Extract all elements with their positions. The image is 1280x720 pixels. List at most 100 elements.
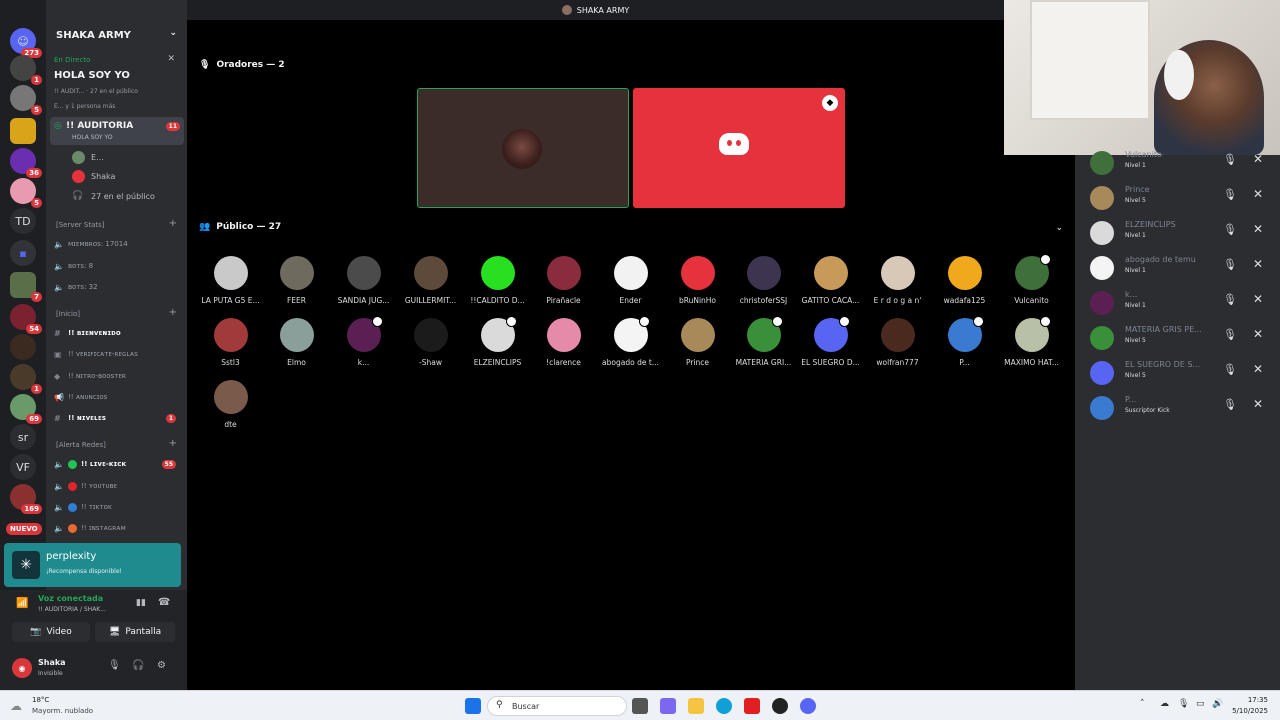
server-header[interactable]: SHAKA ARMY ⌄	[46, 22, 187, 48]
audience-member[interactable]: SANDIA JUG...	[330, 256, 397, 305]
microphone-icon[interactable]: 🎙	[1178, 699, 1189, 709]
channel-youtube[interactable]: 🔈 !! ʏᴏᴜᴛᴜʙᴇ	[54, 477, 180, 495]
audience-member[interactable]: P...	[931, 316, 998, 367]
dismiss-icon[interactable]: ✕	[1253, 362, 1263, 376]
participant-row[interactable]: MATERIA GRIS PE... Nivel 5 🎙 ✕	[1075, 323, 1280, 353]
gear-icon[interactable]: ⚙	[157, 660, 166, 671]
channel-tiktok[interactable]: 🔈 !! ᴛɪᴋᴛᴏᴋ	[54, 498, 180, 516]
participant-row[interactable]: P... Suscriptor Kick 🎙 ✕	[1075, 393, 1280, 423]
folder-icon[interactable]: ▪	[10, 240, 36, 266]
dismiss-icon[interactable]: ✕	[1253, 257, 1263, 271]
server-icon[interactable]: 1	[10, 55, 42, 85]
file-explorer-icon[interactable]	[688, 698, 704, 714]
chevron-down-icon[interactable]: ⌄	[1055, 223, 1063, 233]
dismiss-icon[interactable]: ✕	[1253, 152, 1263, 166]
server-icon[interactable]: 69	[10, 394, 42, 424]
invite-to-speak-icon[interactable]: 🎙	[1223, 363, 1237, 376]
audience-member[interactable]: !!CALDITO D...	[464, 256, 531, 305]
task-view-icon[interactable]	[632, 698, 648, 714]
audience-member[interactable]: bRuNinHo	[664, 256, 731, 305]
server-icon[interactable]: 54	[10, 304, 42, 334]
channel-instagram[interactable]: 🔈 !! ɪɴsᴛᴀɢʀᴀᴍ	[54, 519, 180, 537]
weather-temp[interactable]: 18°C	[32, 696, 49, 704]
channel-verificate[interactable]: ▣ !! ᴠᴇʀɪꜰɪᴄᴀᴛᴇ-ʀᴇɢʟᴀs	[54, 345, 180, 363]
invite-to-speak-icon[interactable]: 🎙	[1223, 293, 1237, 306]
perplexity-promo[interactable]: ✳ perplexity ¡Recompensa disponible!	[4, 543, 181, 587]
server-icon[interactable]: 5	[10, 85, 42, 115]
category-server-stats[interactable]: [Server Stats]	[56, 221, 105, 229]
audience-member[interactable]: Prince	[664, 318, 731, 367]
server-icon-td[interactable]: TD	[10, 208, 36, 234]
participant-row[interactable]: abogado de temu Nivel 1 🎙 ✕	[1075, 253, 1280, 283]
audience-member[interactable]: Elmo	[263, 318, 330, 367]
participant-row[interactable]: Prince Nivel 5 🎙 ✕	[1075, 183, 1280, 213]
microphone-icon[interactable]: 🎙	[108, 660, 121, 671]
audience-member[interactable]: GUILLERMIT...	[397, 256, 464, 305]
server-icon[interactable]: 7	[10, 272, 42, 302]
add-channel-icon[interactable]: +	[169, 438, 177, 449]
stage-channel[interactable]: ◎ !! AUDITORIA HOLA SOY YO 11	[50, 117, 184, 145]
home-button[interactable]: ☺ 273	[10, 28, 42, 58]
app-icon[interactable]	[772, 698, 788, 714]
add-channel-icon[interactable]: +	[169, 218, 177, 229]
voice-connected-channel[interactable]: !! AUDITORIA / SHAK...	[38, 606, 106, 613]
user-name[interactable]: Shaka	[38, 658, 66, 667]
invite-to-speak-icon[interactable]: 🎙	[1223, 398, 1237, 411]
voice-connected-title[interactable]: Voz conectada	[38, 594, 103, 603]
headphones-icon[interactable]: 🎧	[132, 660, 144, 671]
wps-icon[interactable]	[744, 698, 760, 714]
audience-member[interactable]: MAXIMO HAT...	[998, 316, 1065, 367]
volume-icon[interactable]: 🔊	[1212, 699, 1223, 709]
audience-member[interactable]: ELZEINCLIPS	[464, 316, 531, 367]
windows-start-icon[interactable]	[465, 698, 481, 714]
user-avatar[interactable]: ◉	[12, 658, 32, 678]
audience-member[interactable]: MATERIA GRI...	[730, 316, 797, 367]
audience-member[interactable]: k...	[330, 316, 397, 367]
audience-member[interactable]: Sstl3	[197, 318, 264, 367]
cloud-icon[interactable]: ☁	[10, 699, 22, 713]
category-alerta-redes[interactable]: [Alerta Redes]	[56, 441, 106, 449]
audience-member[interactable]: LA PUTA G5 E...	[197, 256, 264, 305]
dismiss-icon[interactable]: ✕	[1253, 187, 1263, 201]
server-icon[interactable]: 5	[10, 178, 42, 208]
speaker-tile[interactable]	[417, 88, 629, 208]
dismiss-icon[interactable]: ✕	[1253, 292, 1263, 306]
channel-anuncios[interactable]: 📢 !! ᴀɴᴜɴᴄɪᴏs	[54, 388, 180, 406]
participant-row[interactable]: k... Nivel 1 🎙 ✕	[1075, 288, 1280, 318]
stage-member[interactable]: E...	[72, 148, 104, 166]
dismiss-icon[interactable]: ✕	[1253, 327, 1263, 341]
audience-member[interactable]: christoferSSJ	[730, 256, 797, 305]
close-icon[interactable]: ✕	[167, 54, 175, 64]
participant-row[interactable]: EL SUEGRO DE S... Nivel 5 🎙 ✕	[1075, 358, 1280, 388]
audience-member[interactable]: -Shaw	[397, 318, 464, 367]
copilot-icon[interactable]	[660, 698, 676, 714]
audience-member[interactable]: FEER	[263, 256, 330, 305]
audience-member[interactable]: dte	[197, 380, 264, 429]
stat-channel[interactable]: 🔈 ᴍɪᴇᴍʙʀᴏs: 17014	[54, 235, 180, 253]
invite-to-speak-icon[interactable]: 🎙	[1223, 188, 1237, 201]
audience-member[interactable]: EL SUEGRO D...	[797, 316, 864, 367]
clock[interactable]: 17:35 5/10/2025	[1232, 695, 1268, 717]
onedrive-icon[interactable]: ☁	[1160, 699, 1169, 709]
server-icon[interactable]	[10, 334, 36, 360]
dismiss-icon[interactable]: ✕	[1253, 222, 1263, 236]
weather-desc[interactable]: Mayorm. nublado	[32, 707, 93, 715]
chevron-up-icon[interactable]: ˄	[1140, 699, 1145, 709]
dismiss-icon[interactable]: ✕	[1253, 397, 1263, 411]
audience-member[interactable]: Vulcanito	[998, 254, 1065, 305]
video-button[interactable]: 📷 Video	[12, 622, 90, 642]
audience-member[interactable]: wolfran777	[864, 318, 931, 367]
add-channel-icon[interactable]: +	[169, 307, 177, 318]
stage-audience-count[interactable]: 🎧 27 en el público	[72, 187, 155, 205]
server-icon[interactable]	[10, 118, 36, 144]
audience-member[interactable]: Ender	[597, 256, 664, 305]
channel-nitro[interactable]: ◆ !! ɴɪᴛʀᴏ-ʙᴏᴏsᴛᴇʀ	[54, 367, 180, 385]
category-inicio[interactable]: [Inicio]	[56, 310, 80, 318]
invite-to-speak-icon[interactable]: 🎙	[1223, 153, 1237, 166]
channel-bienvenido[interactable]: # !! ʙɪᴇɴᴠᴇɴɪᴅᴏ	[54, 324, 180, 342]
participant-row[interactable]: ELZEINCLIPS Nivel 1 🎙 ✕	[1075, 218, 1280, 248]
stat-channel[interactable]: 🔈 ʙᴏᴛs: 8	[54, 257, 180, 275]
invite-to-speak-icon[interactable]: 🎙	[1223, 223, 1237, 236]
edge-icon[interactable]	[716, 698, 732, 714]
audience-member[interactable]: wadafa125	[931, 256, 998, 305]
